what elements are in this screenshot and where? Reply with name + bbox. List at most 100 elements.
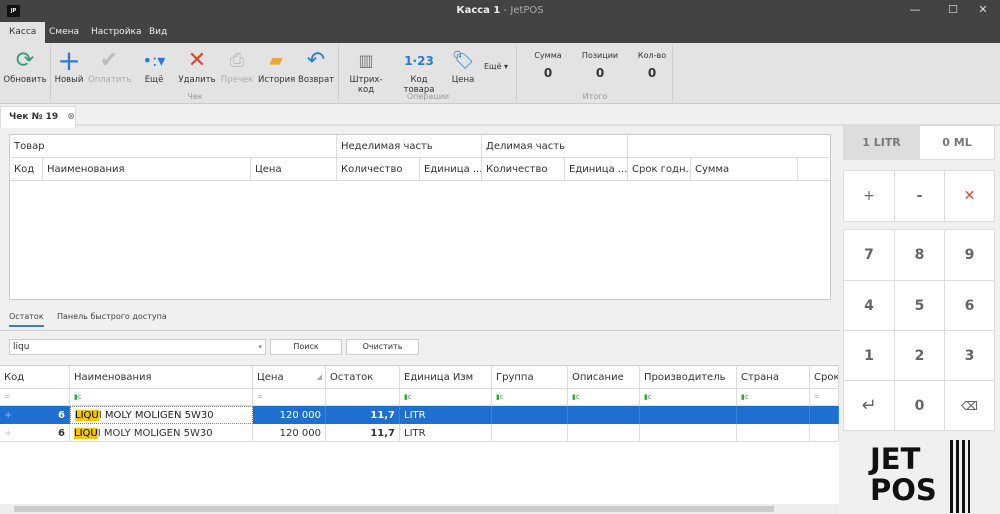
tab-check-19[interactable]: Чек № 19 ⊗ (0, 106, 76, 128)
col-code[interactable]: Код (0, 366, 70, 389)
key-4[interactable]: 4 (843, 280, 895, 331)
key-minus[interactable]: - (894, 170, 945, 222)
search-input[interactable]: liqu ▾ (9, 339, 266, 355)
window-title: Касса 1 - JetPOS (456, 5, 544, 16)
delete-icon: ✕ (187, 48, 207, 73)
table-row[interactable]: +6 LIQU I MOLY MOLIGEN 5W30 120 000 11,7 … (0, 424, 839, 442)
col-expiry[interactable]: Срок (810, 366, 839, 389)
tab-stock[interactable]: Остаток (9, 312, 44, 327)
filter-name[interactable]: ▮c (70, 389, 253, 406)
stock-grid: Код Наименования Цена ◢ Остаток Единица И… (0, 365, 839, 514)
unit-primary-button[interactable]: 1 LITR (843, 125, 920, 160)
key-0[interactable]: 0 (894, 380, 945, 431)
maximize-button[interactable]: ☐ (938, 3, 968, 19)
check-grid: Товар Неделимая часть Делимая часть Код … (9, 134, 831, 300)
col-price[interactable]: Цена ◢ (253, 366, 326, 389)
price-button[interactable]: 🏷 Цена (448, 47, 478, 93)
precheck-button[interactable]: ⎙ Пречек (220, 47, 254, 93)
delete-button[interactable]: ✕ Удалить (178, 47, 216, 93)
group-label-check: Чек (187, 92, 203, 101)
col-country[interactable]: Страна (737, 366, 810, 389)
key-plus[interactable]: + (843, 170, 895, 222)
refresh-icon: ⟳ (15, 48, 35, 73)
close-tab-icon[interactable]: ⊗ (67, 112, 75, 122)
filter-code[interactable]: = (0, 389, 70, 406)
col-name[interactable]: Наименования (70, 366, 253, 389)
key-2[interactable]: 2 (894, 330, 945, 381)
operations-more-button[interactable]: Ещё ▾ (484, 62, 508, 71)
plus-icon: + (57, 44, 81, 77)
undo-icon: ↶ (306, 48, 326, 73)
key-5[interactable]: 5 (894, 280, 945, 331)
pay-button[interactable]: ✔ Оплатить (88, 47, 131, 93)
key-erase[interactable]: ⌫ (944, 380, 995, 431)
col-sum[interactable]: Сумма (691, 158, 798, 181)
col-code[interactable]: Код (10, 158, 43, 181)
title-bar: JP Касса 1 - JetPOS — ☐ ✕ (0, 0, 1000, 22)
col-manufacturer[interactable]: Производитель (640, 366, 737, 389)
dropdown-arrow-icon[interactable]: ▾ (258, 340, 262, 354)
product-code-button[interactable]: 1·23 Код товара (394, 47, 444, 95)
col-price[interactable]: Цена (251, 158, 337, 181)
filter-manufacturer[interactable]: ▮c (640, 389, 737, 406)
menu-bar: Касса Смена Настройка Вид (0, 22, 1000, 43)
group-label-totals: Итого (582, 92, 608, 101)
filter-country[interactable]: ▮c (737, 389, 810, 406)
clear-button[interactable]: Очистить (346, 339, 419, 355)
tag-icon: 🏷 (451, 50, 475, 71)
history-button[interactable]: ▰ История (258, 47, 295, 93)
menu-tab-view[interactable]: Вид (140, 22, 176, 43)
menu-tab-kassa[interactable]: Касса (0, 22, 46, 43)
key-3[interactable]: 3 (944, 330, 995, 381)
key-enter[interactable]: ↵ (843, 380, 895, 431)
group-header-product: Товар (10, 135, 337, 158)
check-icon: ✔ (99, 48, 119, 73)
col-qty-indivisible[interactable]: Количество (337, 158, 420, 181)
filter-stock[interactable] (326, 389, 400, 406)
col-expiry[interactable]: Срок годн... (628, 158, 691, 181)
col-unit-indivisible[interactable]: Единица ... (420, 158, 482, 181)
key-9[interactable]: 9 (944, 229, 995, 281)
col-qty-divisible[interactable]: Количество (482, 158, 565, 181)
search-button[interactable]: Поиск (270, 339, 342, 355)
table-row[interactable]: +6 LIQU I MOLY MOLIGEN 5W30 120 000 11,7 … (0, 406, 839, 424)
filter-description[interactable]: ▮c (568, 389, 640, 406)
key-1[interactable]: 1 (843, 330, 895, 381)
filter-price[interactable]: = (253, 389, 326, 406)
barcode-icon: ▥ (358, 51, 374, 70)
filter-group[interactable]: ▮c (492, 389, 568, 406)
col-unit[interactable]: Единица Изм (400, 366, 492, 389)
code-icon: 1·23 (404, 54, 434, 68)
unit-secondary-button[interactable]: 0 ML (919, 125, 995, 160)
group-label-operations: Операции (406, 92, 450, 101)
refresh-button[interactable]: ⟳ Обновить (2, 47, 48, 93)
col-stock[interactable]: Остаток (326, 366, 400, 389)
key-6[interactable]: 6 (944, 280, 995, 331)
more-button[interactable]: •:▾ Ещё (136, 47, 172, 93)
return-button[interactable]: ↶ Возврат (298, 47, 334, 93)
col-group[interactable]: Группа (492, 366, 568, 389)
key-cancel[interactable]: ✕ (944, 170, 995, 222)
minimize-button[interactable]: — (900, 3, 930, 19)
dots-icon: •:▾ (142, 51, 166, 70)
barcode-button[interactable]: ▥ Штрих-код (342, 47, 390, 95)
total-positions: Позиции 0 (581, 51, 619, 80)
col-name[interactable]: Наименования (43, 158, 251, 181)
folder-icon: ▰ (269, 50, 283, 71)
tab-quick-access[interactable]: Панель быстрого доступа (57, 312, 167, 325)
jetpos-logo: JET POS (870, 442, 937, 507)
key-8[interactable]: 8 (894, 229, 945, 281)
col-description[interactable]: Описание (568, 366, 640, 389)
menu-tab-shift[interactable]: Смена (40, 22, 88, 43)
key-7[interactable]: 7 (843, 229, 895, 281)
total-quantity: Кол-во 0 (637, 51, 667, 80)
filter-unit[interactable]: ▮c (400, 389, 492, 406)
sort-icon: ◢ (316, 373, 322, 381)
close-button[interactable]: ✕ (968, 3, 998, 19)
logo-stripes (950, 440, 970, 513)
col-unit-divisible[interactable]: Единица ... (565, 158, 628, 181)
filter-expiry[interactable]: = (810, 389, 839, 406)
group-header-indivisible: Неделимая часть (337, 135, 482, 158)
new-button[interactable]: + Новый (52, 47, 86, 93)
total-sum: Сумма 0 (534, 51, 562, 80)
